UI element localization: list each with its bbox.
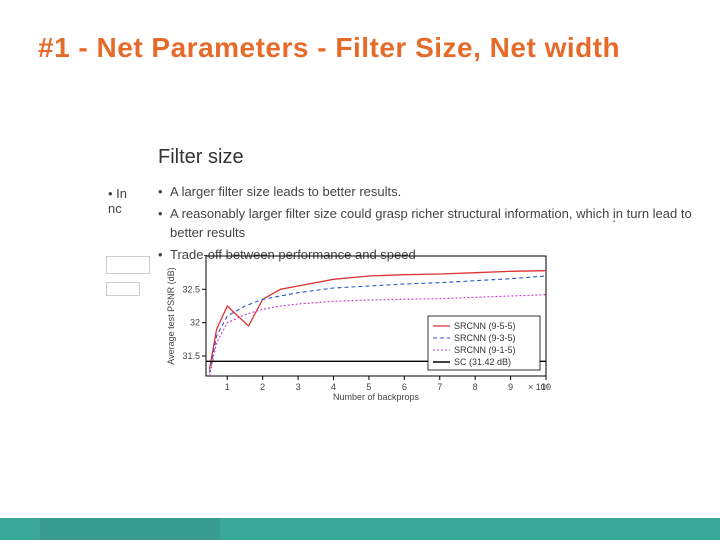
svg-text:8: 8 [473,382,478,392]
bg-text-1: • In [108,186,127,201]
chart-y-ticks: 31.5 32 32.5 [182,284,206,361]
background-box-fragment-2 [106,282,140,296]
page-title: #1 - Net Parameters - Filter Size, Net w… [38,32,620,64]
background-text-fragment: • In nc [108,186,127,216]
chart-svg: 31.53232.5 12345678910 Average test PSNR… [158,248,560,408]
svg-text:3: 3 [296,382,301,392]
psnr-vs-backprops-chart: 31.53232.5 12345678910 Average test PSNR… [158,248,560,408]
list-item: •A reasonably larger filter size could g… [158,204,720,243]
bg-text-2: nc [108,201,122,216]
list-item: •A larger filter size leads to better re… [158,182,720,202]
svg-text:1: 1 [225,382,230,392]
chart-xlabel: Number of backprops [333,392,420,402]
list-item-text: A reasonably larger filter size could gr… [170,204,720,243]
svg-text:32: 32 [190,318,200,328]
chart-x-exponent: × 10⁵ [528,382,550,392]
svg-text:5: 5 [366,382,371,392]
section-subtitle: Filter size [158,146,244,169]
svg-text:SRCNN (9-1-5): SRCNN (9-1-5) [454,345,516,355]
svg-text:6: 6 [402,382,407,392]
svg-text:SRCNN (9-3-5): SRCNN (9-3-5) [454,333,516,343]
chart-ylabel: Average test PSNR (dB) [166,267,176,364]
background-box-fragment [106,256,150,274]
list-item-text: A larger filter size leads to better res… [170,182,401,202]
svg-text:4: 4 [331,382,336,392]
svg-text:31.5: 31.5 [182,351,200,361]
svg-text:9: 9 [508,382,513,392]
chart-x-ticks: 12345678910 [225,376,551,392]
footer-overlay [40,518,220,540]
svg-text:SRCNN (9-5-5): SRCNN (9-5-5) [454,321,516,331]
chart-legend: SRCNN (9-5-5) SRCNN (9-3-5) SRCNN (9-1-5) S… [428,316,540,370]
svg-text:32.5: 32.5 [182,284,200,294]
svg-text:SC (31.42 dB): SC (31.42 dB) [454,357,511,367]
svg-text:2: 2 [260,382,265,392]
svg-text:7: 7 [437,382,442,392]
